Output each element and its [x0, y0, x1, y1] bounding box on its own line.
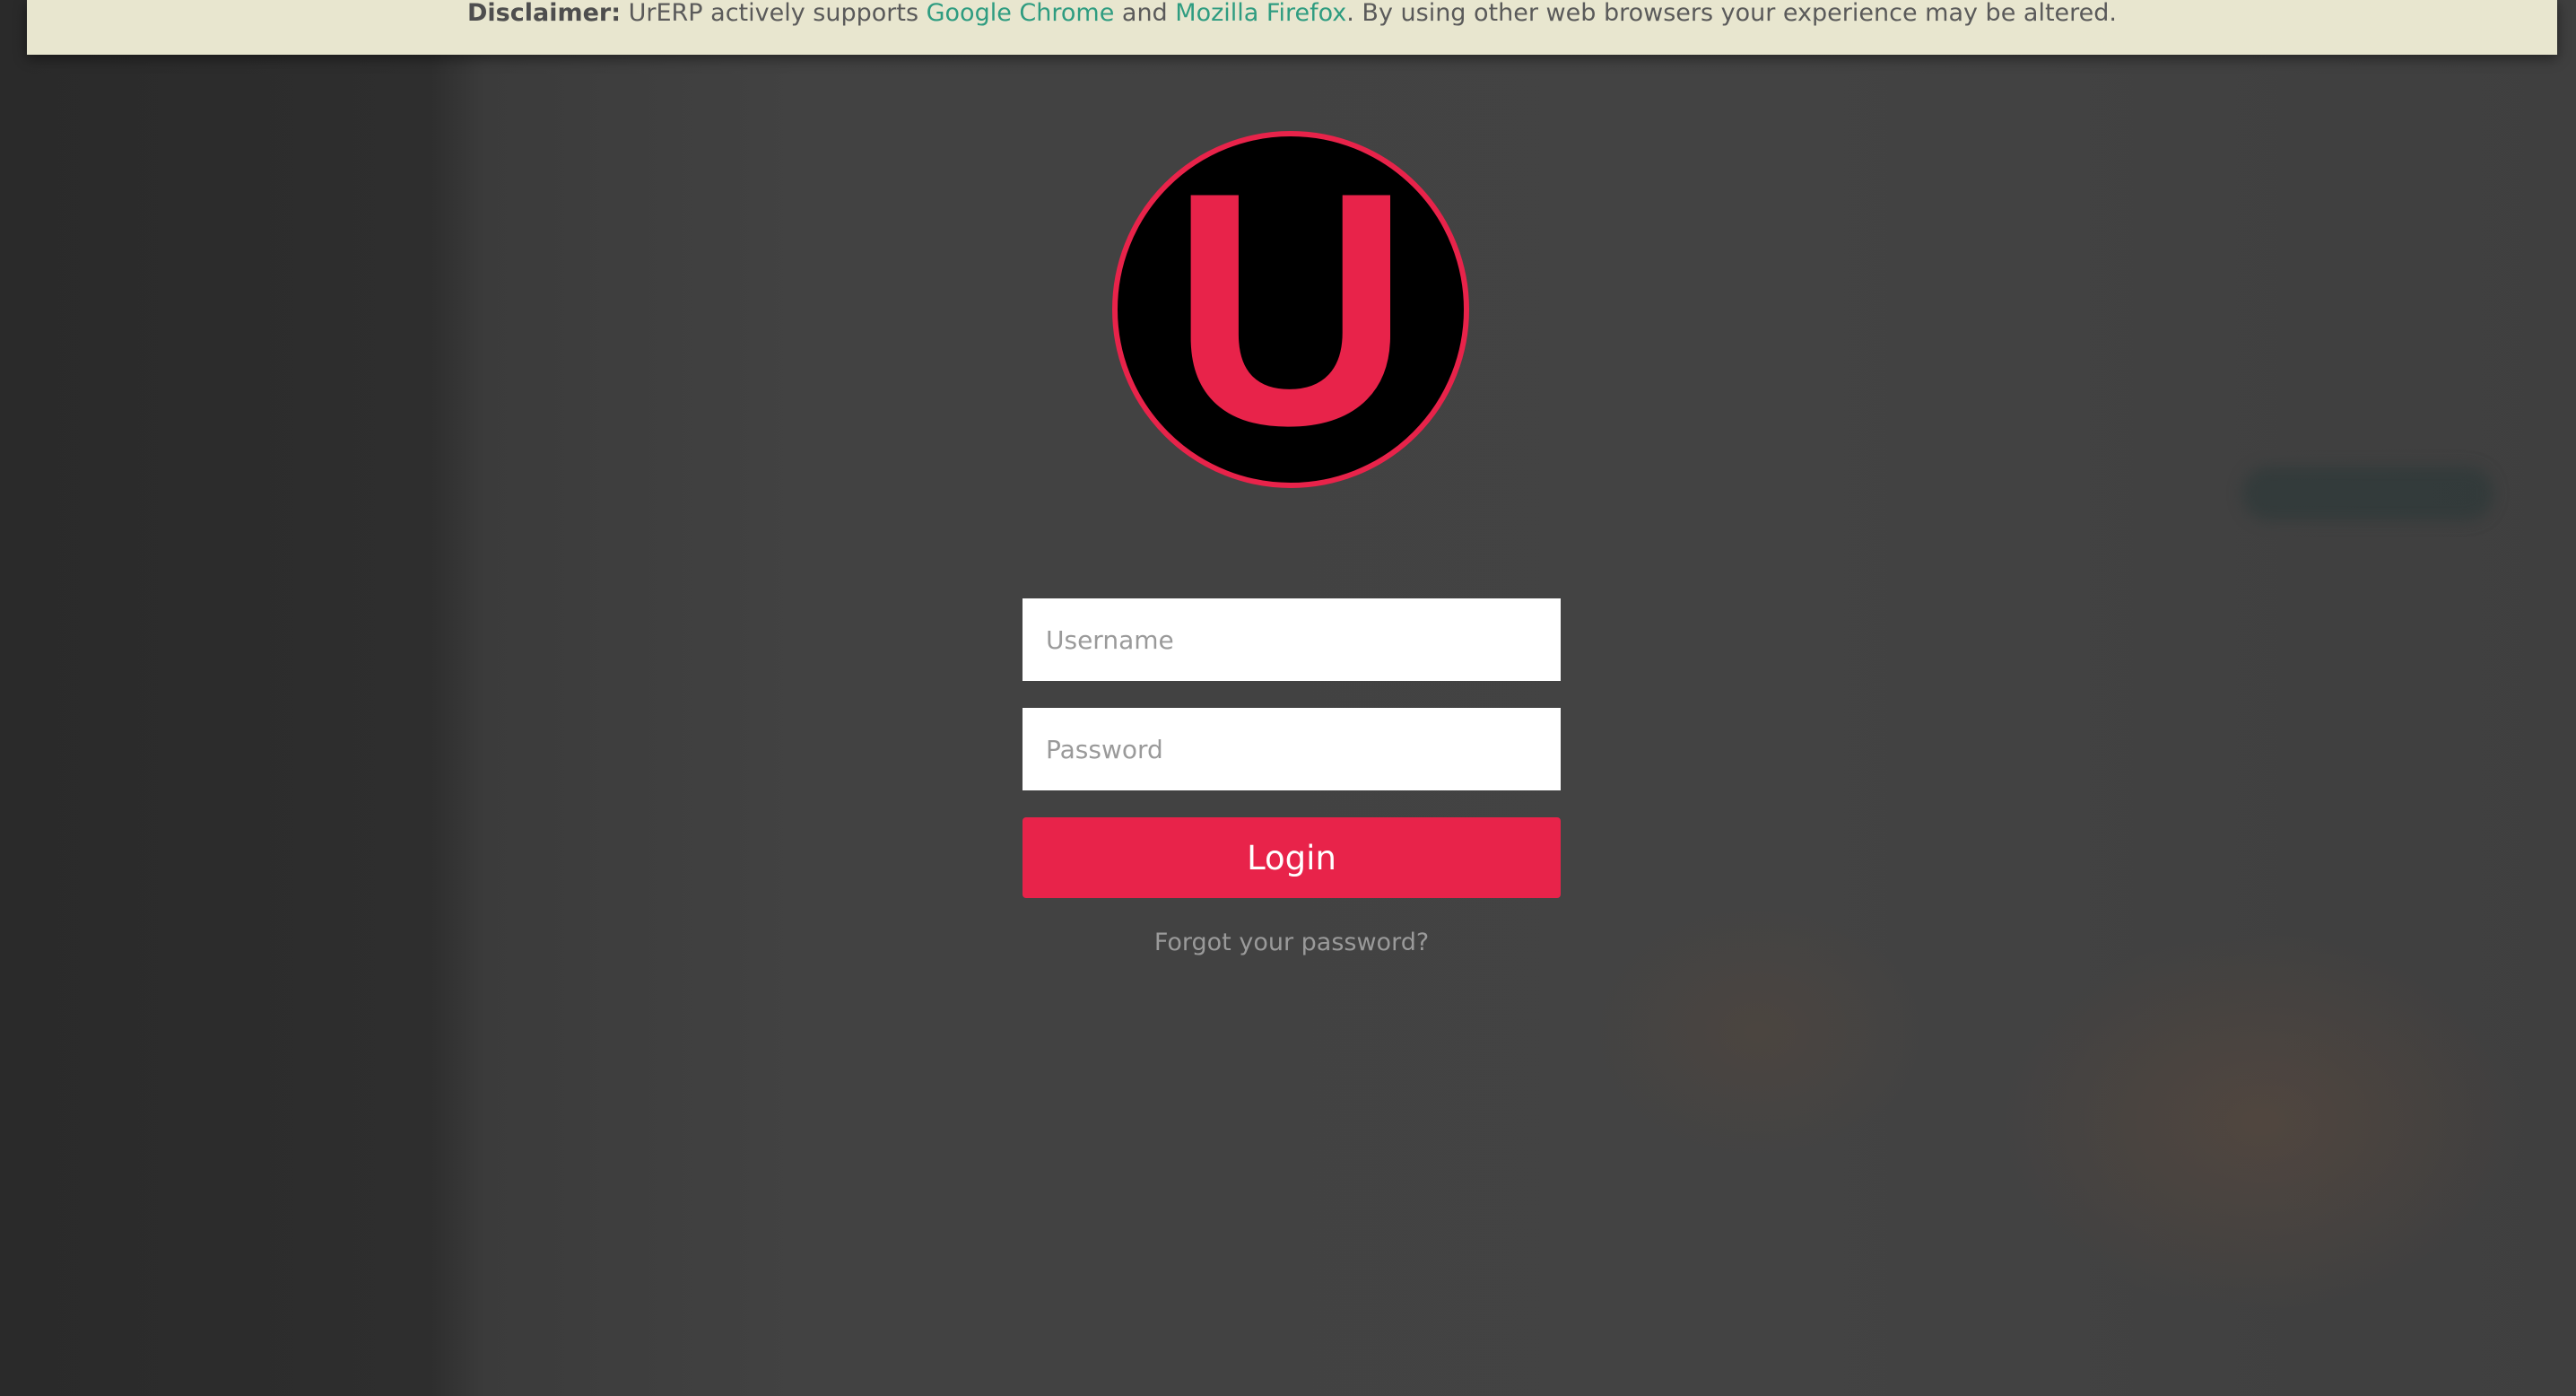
username-input[interactable] — [1023, 598, 1561, 681]
urerp-logo: U — [1112, 131, 1469, 488]
disclaimer-banner: Disclaimer: UrERP actively supports Goog… — [27, 0, 2557, 55]
disclaimer-text-after: . By using other web browsers your exper… — [1346, 0, 2117, 27]
disclaimer-text-middle: and — [1114, 0, 1176, 27]
mozilla-firefox-link[interactable]: Mozilla Firefox — [1175, 0, 1346, 27]
login-button[interactable]: Login — [1023, 817, 1561, 898]
disclaimer-text-before: UrERP actively supports — [621, 0, 927, 27]
disclaimer-label: Disclaimer: — [467, 0, 622, 27]
password-input[interactable] — [1023, 708, 1561, 790]
logo-letter: U — [1171, 124, 1411, 494]
google-chrome-link[interactable]: Google Chrome — [927, 0, 1115, 27]
login-form: Login Forgot your password? — [1023, 598, 1561, 956]
background-shape — [2242, 467, 2493, 520]
forgot-password-link[interactable]: Forgot your password? — [1023, 929, 1561, 956]
